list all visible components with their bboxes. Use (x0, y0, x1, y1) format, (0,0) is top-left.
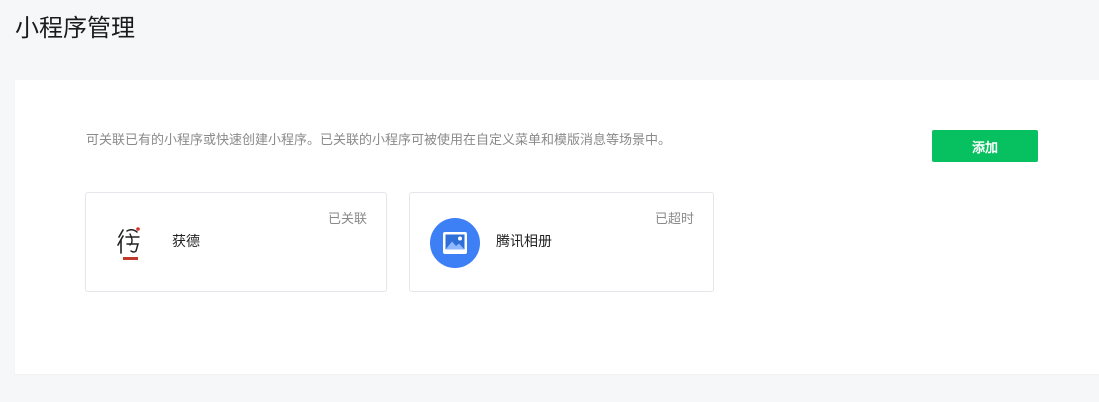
panel-description: 可关联已有的小程序或快速创建小程序。已关联的小程序可被使用在自定义菜单和模版消息… (86, 133, 672, 148)
card-status: 已超时 (654, 212, 694, 227)
page-title: 小程序管理 (15, 14, 135, 42)
mini-program-panel: 可关联已有的小程序或快速创建小程序。已关联的小程序可被使用在自定义菜单和模版消息… (15, 80, 1099, 374)
photo-album-icon (430, 218, 480, 268)
add-button[interactable]: 添加 (932, 130, 1038, 162)
mini-program-card-tencent-album[interactable]: 腾讯相册 已超时 (409, 192, 714, 292)
card-name: 获德 (172, 234, 200, 250)
card-name: 腾讯相册 (496, 234, 552, 250)
calligraphy-logo-icon (117, 227, 140, 260)
card-status: 已关联 (327, 212, 367, 227)
mini-program-card-huode[interactable]: 获德 已关联 (85, 192, 387, 292)
